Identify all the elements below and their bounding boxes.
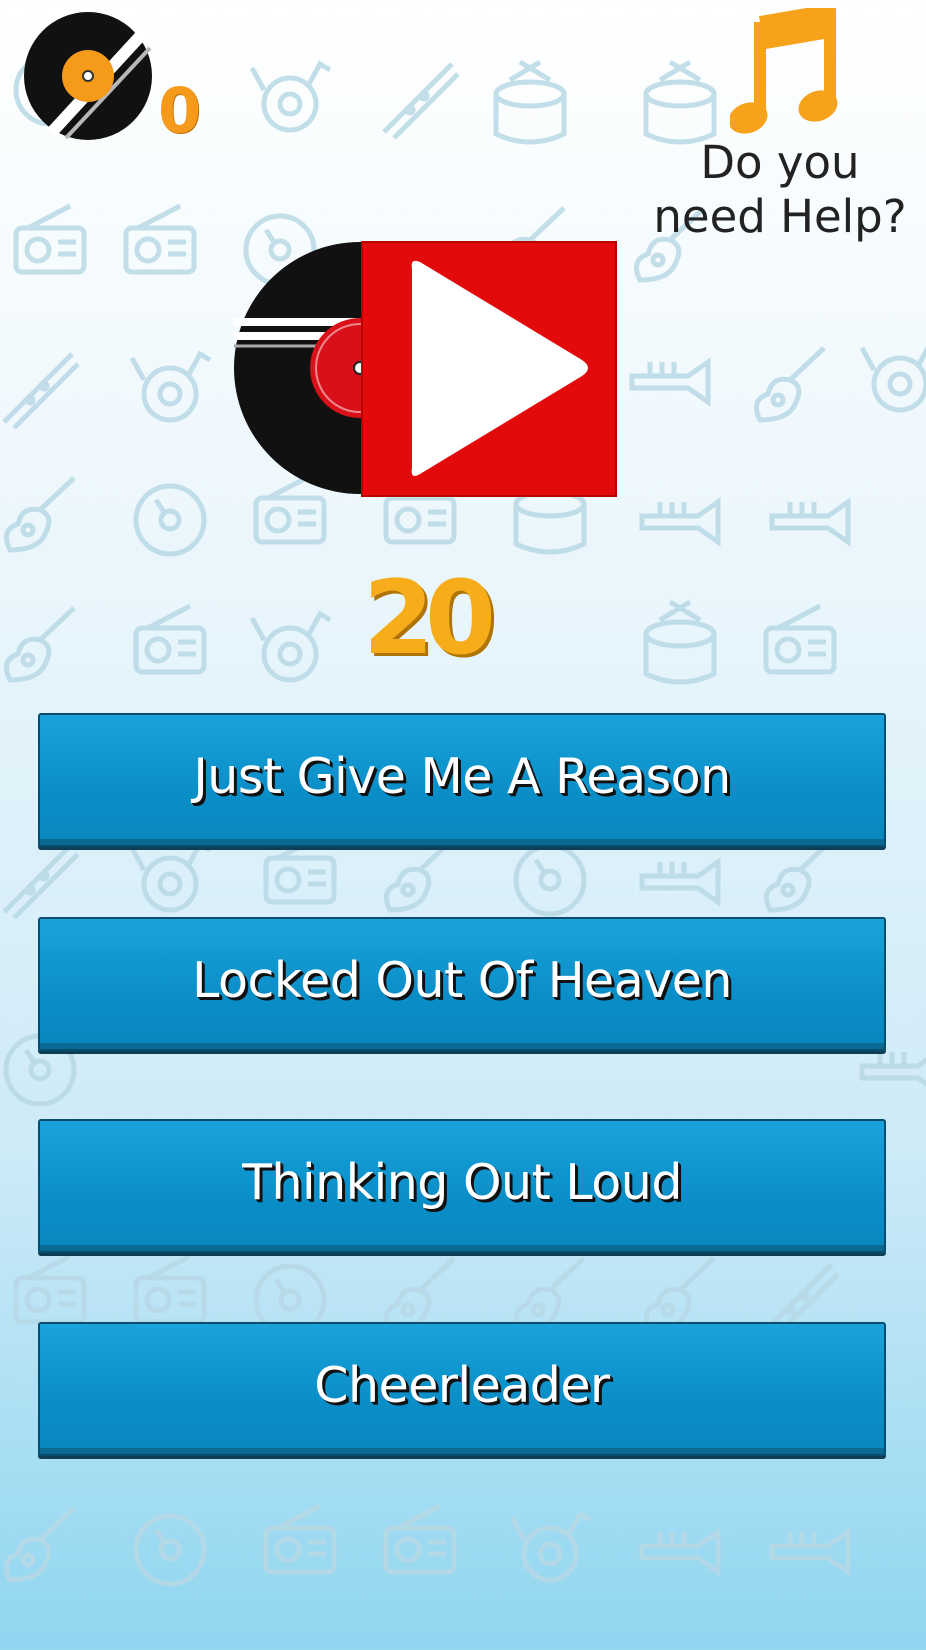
vinyl-record-icon <box>24 12 152 140</box>
answer-button-2[interactable]: Locked Out Of Heaven <box>38 917 886 1051</box>
music-note-icon <box>730 8 838 134</box>
answer-label: Locked Out Of Heaven <box>192 951 732 1009</box>
answer-button-3[interactable]: Thinking Out Loud <box>38 1119 886 1253</box>
answer-button-4[interactable]: Cheerleader <box>38 1322 886 1456</box>
countdown-timer: 20 <box>363 559 496 678</box>
help-button[interactable]: Do you need Help? <box>630 8 926 248</box>
answer-button-1[interactable]: Just Give Me A Reason <box>38 713 886 847</box>
help-label-line-1: Do you <box>700 136 860 189</box>
answer-label: Cheerleader <box>314 1356 610 1414</box>
play-button[interactable] <box>234 240 618 498</box>
answer-label: Thinking Out Loud <box>242 1153 682 1211</box>
answer-label: Just Give Me A Reason <box>193 747 731 805</box>
score-value: 0 <box>158 74 201 147</box>
help-label-line-2: need Help? <box>653 190 907 243</box>
help-label: Do you need Help? <box>630 136 926 244</box>
